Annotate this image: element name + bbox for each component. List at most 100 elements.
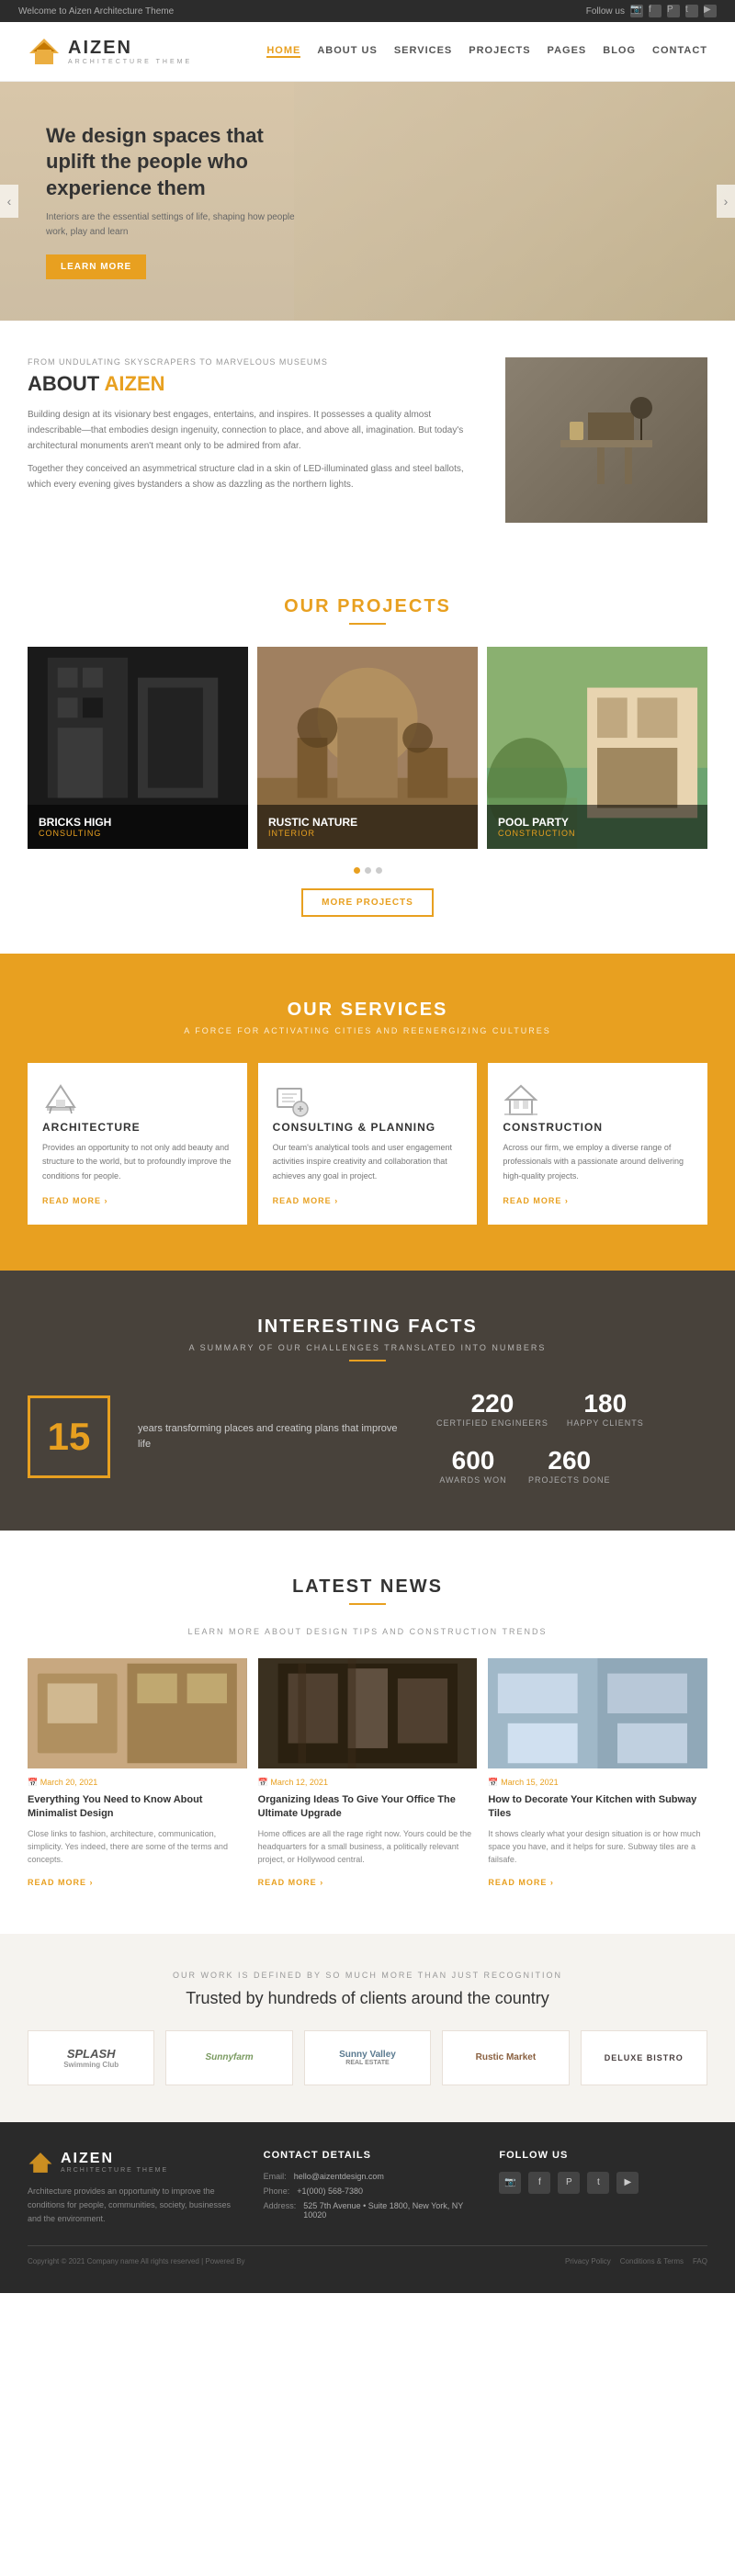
- stat-1-label: Certified Engineers: [436, 1418, 548, 1428]
- news-1-date: 📅 March 20, 2021: [28, 1778, 247, 1788]
- projects-title: OUR PROJECTS: [28, 596, 707, 617]
- news-section: LATEST NEWS LEARN MORE ABOUT DESIGN TIPS…: [0, 1531, 735, 1934]
- stat-3: 600 Awards Won: [436, 1446, 510, 1485]
- stat-4-label: Projects Done: [528, 1475, 611, 1485]
- hero-subtext: Interiors are the essential settings of …: [46, 210, 303, 240]
- nav-contact[interactable]: CONTACT: [652, 45, 707, 58]
- nav-home[interactable]: HOME: [266, 45, 300, 58]
- news-2-desc: Home offices are all the rage right now.…: [258, 1827, 478, 1867]
- footer-address-value: 525 7th Avenue • Suite 1800, New York, N…: [303, 2201, 471, 2220]
- top-bar: Welcome to Aizen Architecture Theme Foll…: [0, 0, 735, 22]
- facts-header: INTERESTING FACTS A SUMMARY OF OUR CHALL…: [28, 1316, 707, 1361]
- client-logos-row: SPLASH Swimming Club Sunnyfarm Sunny Val…: [28, 2030, 707, 2085]
- footer-social-title: FOLLOW US: [499, 2150, 707, 2161]
- facts-section: INTERESTING FACTS A SUMMARY OF OUR CHALL…: [0, 1271, 735, 1531]
- footer-privacy-link[interactable]: Privacy Policy: [565, 2257, 611, 2265]
- trusted-section: OUR WORK IS DEFINED BY SO MUCH MORE THAN…: [0, 1934, 735, 2122]
- hero-prev-button[interactable]: ‹: [0, 185, 18, 218]
- news-2-readmore[interactable]: READ MORE: [258, 1878, 324, 1887]
- project-dots: [28, 867, 707, 874]
- news-1-image: [28, 1658, 247, 1768]
- about-heading-prefix: ABOUT: [28, 372, 105, 395]
- footer-instagram-icon[interactable]: 📷: [499, 2172, 521, 2194]
- instagram-icon[interactable]: 📷: [630, 5, 643, 17]
- dot-2[interactable]: [365, 867, 371, 874]
- hero-cta-button[interactable]: LEARN MORE: [46, 254, 146, 279]
- project-card-2[interactable]: RUSTIC NATURE INTERIOR: [257, 647, 478, 849]
- news-3-desc: It shows clearly what your design situat…: [488, 1827, 707, 1867]
- stat-4: 260 Projects Done: [528, 1446, 611, 1485]
- main-nav: HOME ABOUT US SERVICES PROJECTS PAGES BL…: [266, 45, 707, 58]
- footer: AIZEN ARCHITECTURE THEME Architecture pr…: [0, 2122, 735, 2293]
- service-1-readmore[interactable]: READ MORE: [42, 1196, 108, 1205]
- facts-title: INTERESTING FACTS: [28, 1316, 707, 1338]
- stat-3-number: 600: [436, 1446, 510, 1475]
- footer-faq-link[interactable]: FAQ: [693, 2257, 707, 2265]
- footer-phone-label: Phone:: [264, 2186, 290, 2196]
- about-image: [505, 357, 707, 523]
- stat-2-label: Happy Clients: [567, 1418, 644, 1428]
- facts-underline: [349, 1360, 386, 1361]
- footer-logo-name: AIZEN ARCHITECTURE THEME: [61, 2151, 168, 2174]
- news-underline: [349, 1603, 386, 1605]
- service-2-desc: Our team's analytical tools and user eng…: [273, 1141, 463, 1183]
- about-heading-brand: AIZEN: [105, 372, 165, 395]
- more-projects-button[interactable]: MORE PROJECTS: [301, 888, 434, 917]
- dot-1[interactable]: [354, 867, 360, 874]
- consulting-icon: [273, 1081, 310, 1118]
- service-3-readmore[interactable]: READ MORE: [503, 1196, 569, 1205]
- project-3-cat: CONSTRUCTION: [498, 829, 696, 838]
- news-card-3: 📅 March 15, 2021 How to Decorate Your Ki…: [488, 1658, 707, 1888]
- trusted-above: OUR WORK IS DEFINED BY SO MUCH MORE THAN…: [28, 1971, 707, 1980]
- about-from-text: FROM UNDULATING SKYSCRAPERS TO MARVELOUS…: [28, 357, 487, 367]
- footer-col-social: FOLLOW US 📷 f P t ▶: [499, 2150, 707, 2227]
- nav-about[interactable]: ABOUT US: [317, 45, 377, 58]
- footer-youtube-icon[interactable]: ▶: [616, 2172, 639, 2194]
- logo-name: AIZEN: [68, 38, 192, 59]
- project-1-title: BRICKS HIGH: [39, 816, 237, 829]
- news-3-readmore[interactable]: READ MORE: [488, 1878, 554, 1887]
- service-card-construction: CONSTRUCTION Across our firm, we employ …: [488, 1063, 707, 1225]
- client-logo-4: Rustic Market: [442, 2030, 569, 2085]
- about-para2: Together they conceived an asymmetrical …: [28, 461, 487, 492]
- logo: AIZEN ARCHITECTURE THEME: [28, 35, 192, 68]
- service-card-consulting: CONSULTING & PLANNING Our team's analyti…: [258, 1063, 478, 1225]
- nav-services[interactable]: SERVICES: [394, 45, 452, 58]
- client-logo-3: Sunny Valley REAL ESTATE: [304, 2030, 431, 2085]
- service-1-title: ARCHITECTURE: [42, 1121, 232, 1134]
- news-2-image: [258, 1658, 478, 1768]
- project-1-cat: CONSULTING: [39, 829, 237, 838]
- pinterest-icon[interactable]: P: [667, 5, 680, 17]
- hero-background: [294, 82, 735, 321]
- dot-3[interactable]: [376, 867, 382, 874]
- nav-projects[interactable]: PROJECTS: [469, 45, 530, 58]
- project-card-2-overlay: RUSTIC NATURE INTERIOR: [257, 805, 478, 849]
- project-card-3[interactable]: POOL PARTY CONSTRUCTION: [487, 647, 707, 849]
- news-subtitle: LEARN MORE ABOUT DESIGN TIPS AND CONSTRU…: [28, 1627, 707, 1636]
- facebook-icon[interactable]: f: [649, 5, 662, 17]
- services-subtitle: A FORCE FOR ACTIVATING CITIES AND REENER…: [28, 1026, 707, 1035]
- youtube-icon[interactable]: ▶: [704, 5, 717, 17]
- hero-next-button[interactable]: ›: [717, 185, 735, 218]
- facts-stats: 220 Certified Engineers 180 Happy Client…: [436, 1389, 707, 1485]
- footer-facebook-icon[interactable]: f: [528, 2172, 550, 2194]
- about-section: FROM UNDULATING SKYSCRAPERS TO MARVELOUS…: [0, 321, 735, 559]
- footer-bottom-links: Privacy Policy Conditions & Terms FAQ: [565, 2257, 707, 2265]
- project-card-1[interactable]: BRICKS HIGH CONSULTING: [28, 647, 248, 849]
- services-section: OUR SERVICES A FORCE FOR ACTIVATING CITI…: [0, 954, 735, 1271]
- footer-terms-link[interactable]: Conditions & Terms: [620, 2257, 684, 2265]
- follow-text: Follow us: [586, 6, 625, 17]
- nav-pages[interactable]: PAGES: [548, 45, 587, 58]
- service-2-readmore[interactable]: READ MORE: [273, 1196, 339, 1205]
- nav-blog[interactable]: BLOG: [603, 45, 636, 58]
- projects-grid: BRICKS HIGH CONSULTING RUSTIC NATURE INT…: [28, 647, 707, 849]
- services-grid: ARCHITECTURE Provides an opportunity to …: [28, 1063, 707, 1225]
- footer-col-about: AIZEN ARCHITECTURE THEME Architecture pr…: [28, 2150, 236, 2227]
- header: AIZEN ARCHITECTURE THEME HOME ABOUT US S…: [0, 22, 735, 82]
- twitter-icon[interactable]: t: [685, 5, 698, 17]
- service-3-desc: Across our firm, we employ a diverse ran…: [503, 1141, 693, 1183]
- hero-content: We design spaces that uplift the people …: [46, 123, 303, 280]
- footer-twitter-icon[interactable]: t: [587, 2172, 609, 2194]
- news-1-readmore[interactable]: READ MORE: [28, 1878, 94, 1887]
- footer-pinterest-icon[interactable]: P: [558, 2172, 580, 2194]
